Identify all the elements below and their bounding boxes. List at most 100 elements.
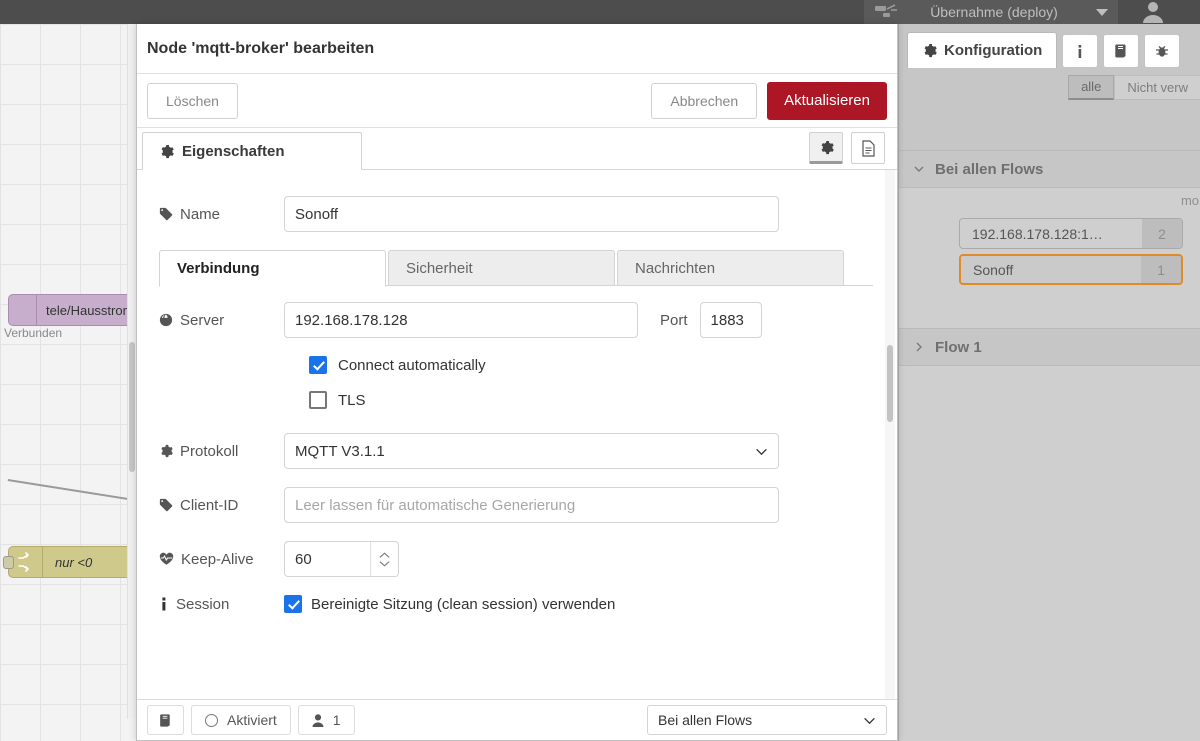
protocol-select[interactable]: MQTT V3.1.1 bbox=[284, 433, 779, 469]
connect-automatically-checkbox[interactable] bbox=[309, 356, 327, 374]
name-label-text: Name bbox=[180, 205, 221, 223]
user-icon bbox=[312, 713, 324, 727]
flow-node-label: tele/Hausstrom bbox=[46, 302, 134, 318]
tls-row[interactable]: TLS bbox=[309, 391, 897, 409]
help-tab-button[interactable] bbox=[1103, 34, 1140, 68]
form-row-name: Name Sonoff bbox=[159, 196, 897, 232]
scope-selected-value: Bei allen Flows bbox=[658, 712, 753, 728]
keepalive-stepper[interactable] bbox=[370, 542, 398, 576]
sidebar-tab-strip: Konfiguration bbox=[899, 24, 1200, 68]
port-label: Port bbox=[660, 311, 688, 329]
edit-node-dialog: Node 'mqtt-broker' bearbeiten Löschen Ab… bbox=[136, 24, 898, 741]
config-node-item-selected[interactable]: Sonoff 1 bbox=[959, 254, 1183, 285]
protocol-label: Protokoll bbox=[159, 443, 284, 460]
sidebar-tab-label: Konfiguration bbox=[944, 42, 1043, 59]
heartbeat-icon bbox=[159, 552, 174, 566]
user-avatar-icon[interactable] bbox=[1140, 1, 1166, 23]
session-label: Session bbox=[159, 596, 284, 613]
clientid-label: Client-ID bbox=[159, 497, 284, 514]
globe-icon bbox=[159, 313, 173, 327]
canvas-scrollbar[interactable] bbox=[127, 24, 136, 719]
flow-node-label: nur <0 bbox=[55, 554, 93, 570]
connect-automatically-row[interactable]: Connect automatically bbox=[309, 356, 897, 374]
subtab-sicherheit[interactable]: Sicherheit bbox=[388, 250, 615, 286]
delete-button[interactable]: Löschen bbox=[147, 82, 238, 119]
dialog-tab-row: Eigenschaften bbox=[137, 128, 897, 170]
right-sidebar: Konfiguration alle Nicht verw Bei allen … bbox=[898, 24, 1200, 741]
keepalive-value: 60 bbox=[295, 550, 312, 568]
tab-properties[interactable]: Eigenschaften bbox=[142, 132, 362, 170]
deploy-icon bbox=[874, 4, 898, 20]
usage-count-button[interactable]: 1 bbox=[297, 705, 355, 735]
config-node-usage-count: 1 bbox=[1141, 256, 1181, 283]
switch-icon bbox=[9, 547, 43, 577]
sidebar-config-list: mo 192.168.178.128:1… 2 Sonoff 1 bbox=[899, 188, 1200, 328]
enabled-toggle-button[interactable]: Aktiviert bbox=[191, 705, 291, 735]
session-label-text: Session bbox=[176, 595, 230, 613]
deploy-button[interactable]: Übernahme (deploy) bbox=[864, 0, 1118, 24]
update-button[interactable]: Aktualisieren bbox=[767, 81, 887, 120]
name-input[interactable]: Sonoff bbox=[284, 196, 779, 232]
sidebar-group-all-flows[interactable]: Bei allen Flows bbox=[899, 150, 1200, 188]
server-input[interactable]: 192.168.178.128 bbox=[284, 302, 638, 338]
config-node-item[interactable]: 192.168.178.128:1… 2 bbox=[959, 218, 1183, 249]
tab-properties-label: Eigenschaften bbox=[182, 142, 285, 160]
dialog-tab-icon-buttons bbox=[809, 132, 885, 164]
description-button[interactable] bbox=[851, 132, 885, 164]
chevron-right-icon bbox=[913, 341, 925, 353]
name-label: Name bbox=[159, 206, 284, 223]
form-row-clientid: Client-ID Leer lassen für automatische G… bbox=[159, 487, 897, 523]
canvas-scrollbar-thumb[interactable] bbox=[129, 342, 135, 472]
subtab-nachrichten[interactable]: Nachrichten bbox=[617, 250, 844, 286]
tag-icon bbox=[159, 207, 173, 221]
dialog-scrollbar-thumb[interactable] bbox=[887, 345, 893, 422]
clean-session-checkbox[interactable] bbox=[284, 595, 302, 613]
clientid-label-text: Client-ID bbox=[180, 496, 239, 514]
protocol-label-text: Protokoll bbox=[180, 442, 239, 460]
gear-icon bbox=[159, 144, 174, 159]
tls-label: TLS bbox=[338, 391, 366, 409]
info-tab-button[interactable] bbox=[1062, 34, 1099, 68]
dialog-action-bar: Löschen Abbrechen Aktualisieren bbox=[137, 74, 897, 128]
sidebar-empty-area bbox=[899, 366, 1200, 741]
book-icon bbox=[158, 713, 173, 728]
properties-gear-button[interactable] bbox=[809, 132, 843, 164]
debug-tab-button[interactable] bbox=[1144, 34, 1181, 68]
sidebar-tab-configuration[interactable]: Konfiguration bbox=[907, 32, 1058, 68]
node-icon-area bbox=[9, 295, 37, 325]
port-input[interactable]: 1883 bbox=[699, 302, 762, 338]
flow-node-mqtt-in[interactable]: tele/Hausstrom bbox=[8, 294, 136, 326]
chevron-down-icon bbox=[913, 163, 925, 175]
top-header-bar: Übernahme (deploy) bbox=[0, 0, 1200, 24]
cancel-button[interactable]: Abbrechen bbox=[651, 82, 758, 119]
sidebar-group-flow-1[interactable]: Flow 1 bbox=[899, 328, 1200, 366]
subtab-verbindung[interactable]: Verbindung bbox=[159, 250, 386, 287]
dialog-body: Name Sonoff Verbindung Sicherheit Nachri… bbox=[137, 170, 897, 699]
circle-icon bbox=[205, 713, 218, 727]
chevron-down-icon bbox=[755, 445, 768, 458]
app-root: Übernahme (deploy) tele/Hausstrom Verbun… bbox=[0, 0, 1200, 741]
flow-canvas[interactable]: tele/Hausstrom Verbunden nur <0 de8120ae… bbox=[0, 24, 136, 741]
node-input-port[interactable] bbox=[3, 556, 14, 569]
connection-subtabs: Verbindung Sicherheit Nachrichten bbox=[159, 250, 897, 287]
enabled-label: Aktiviert bbox=[227, 712, 277, 728]
server-label: Server bbox=[159, 312, 284, 329]
scope-select[interactable]: Bei allen Flows bbox=[647, 705, 887, 735]
node-help-button[interactable] bbox=[147, 705, 184, 735]
chevron-down-icon[interactable] bbox=[1096, 8, 1108, 16]
tls-checkbox[interactable] bbox=[309, 391, 327, 409]
sidebar-group-label: Bei allen Flows bbox=[935, 160, 1044, 178]
sidebar-filter-row: alle Nicht verw bbox=[899, 68, 1200, 106]
dialog-scrollbar[interactable] bbox=[885, 170, 895, 699]
protocol-selected-value: MQTT V3.1.1 bbox=[295, 442, 385, 460]
deploy-label: Übernahme (deploy) bbox=[930, 4, 1058, 20]
keepalive-input[interactable]: 60 bbox=[284, 541, 399, 577]
filter-unused-button[interactable]: Nicht verw bbox=[1114, 74, 1200, 100]
flow-node-switch[interactable]: nur <0 bbox=[3, 546, 136, 578]
sidebar-group-label: Flow 1 bbox=[935, 338, 982, 356]
clientid-input[interactable]: Leer lassen für automatische Generierung bbox=[284, 487, 779, 523]
sidebar-subheading: mo bbox=[1180, 193, 1199, 208]
usage-count-value: 1 bbox=[332, 712, 341, 728]
filter-all-button[interactable]: alle bbox=[1068, 74, 1115, 100]
tag-icon bbox=[159, 498, 173, 512]
